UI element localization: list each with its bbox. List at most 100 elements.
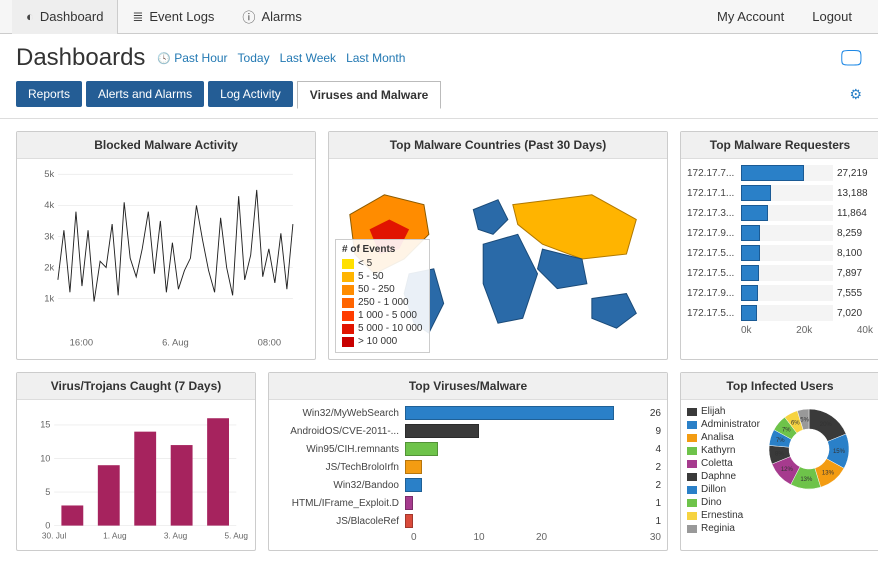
infected-legend-row[interactable]: Daphne <box>687 471 760 482</box>
legend-swatch <box>342 311 354 321</box>
infected-legend-row[interactable]: Ernestina <box>687 510 760 521</box>
virus-row[interactable]: Win32/Bandoo2 <box>275 478 661 492</box>
virus-row[interactable]: AndroidOS/CVE-2011-...9 <box>275 424 661 438</box>
requester-row[interactable]: 172.17.9...7,555 <box>687 285 873 301</box>
legend-label: 50 - 250 <box>358 283 395 296</box>
settings-icon[interactable]: ⚙ <box>849 86 862 103</box>
card-malware-requesters: Top Malware Requesters 172.17.7...27,219… <box>680 131 878 360</box>
page-title: Dashboards <box>16 44 145 72</box>
requester-row[interactable]: 172.17.3...11,864 <box>687 205 873 221</box>
svg-text:20%: 20% <box>820 422 833 428</box>
requester-bar <box>741 185 771 201</box>
card-blocked-malware-chart: 1k2k3k4k5k16:006. Aug08:00 <box>17 159 315 359</box>
virus-row[interactable]: Win32/MyWebSearch26 <box>275 406 661 420</box>
infected-legend-row[interactable]: Dillon <box>687 484 760 495</box>
svg-text:15: 15 <box>40 420 50 430</box>
time-last-week[interactable]: Last Week <box>280 51 336 65</box>
monitor-icon[interactable]: 🖵 <box>841 45 862 71</box>
tab-viruses-malware[interactable]: Viruses and Malware <box>297 81 442 109</box>
gauge-icon: ◐ <box>26 9 34 24</box>
requester-row[interactable]: 172.17.5...7,897 <box>687 265 873 281</box>
virus-value: 4 <box>655 444 661 455</box>
svg-text:5%: 5% <box>800 417 809 423</box>
infected-legend-row[interactable]: Analisa <box>687 432 760 443</box>
infected-user-name: Daphne <box>701 471 736 482</box>
svg-text:8%: 8% <box>775 451 784 457</box>
nav-logout[interactable]: Logout <box>798 0 866 34</box>
legend-label: 5 000 - 10 000 <box>358 322 423 335</box>
tab-reports[interactable]: Reports <box>16 81 82 107</box>
infected-user-name: Administrator <box>701 419 760 430</box>
time-past-hour[interactable]: Past Hour <box>157 51 227 65</box>
virus-bar <box>405 406 614 420</box>
infected-legend-row[interactable]: Kathyrn <box>687 445 760 456</box>
virus-bar <box>405 424 479 438</box>
nav-my-account[interactable]: My Account <box>703 0 798 34</box>
infected-body: Elijah Administrator Analisa Kathyrn Coletta… <box>681 400 878 542</box>
requester-bar-wrap <box>741 205 833 221</box>
requester-value: 8,100 <box>837 248 873 259</box>
virus-bar-wrap <box>405 424 651 438</box>
legend-label: 5 - 50 <box>358 270 384 283</box>
requester-row[interactable]: 172.17.5...7,020 <box>687 305 873 321</box>
infected-legend-row[interactable]: Elijah <box>687 406 760 417</box>
time-today[interactable]: Today <box>238 51 270 65</box>
virus-row[interactable]: Win95/CIH.remnants4 <box>275 442 661 456</box>
nav-event-logs[interactable]: ≣ Event Logs <box>118 0 228 34</box>
nav-alarms[interactable]: ⓘ Alarms <box>228 0 315 34</box>
virus-row[interactable]: JS/BlacoleRef1 <box>275 514 661 528</box>
tab-alerts-alarms[interactable]: Alerts and Alarms <box>86 81 204 107</box>
virus-bar-wrap <box>405 496 651 510</box>
req-axis-1: 20k <box>796 325 812 336</box>
requester-row[interactable]: 172.17.9... 8,259 <box>687 225 873 241</box>
requester-bar-wrap <box>741 225 833 241</box>
virus-bar-wrap <box>405 478 651 492</box>
legend-swatch <box>342 298 354 308</box>
line-chart-svg: 1k2k3k4k5k16:006. Aug08:00 <box>23 165 309 353</box>
requester-bar <box>741 245 760 261</box>
hv-axis-0: 0 <box>411 532 474 543</box>
infected-user-name: Ernestina <box>701 510 743 521</box>
donut-chart-svg: 20%15%13%13%12%8%7%7%6%5% <box>766 406 852 492</box>
cards-row-1: Blocked Malware Activity 1k2k3k4k5k16:00… <box>0 119 878 372</box>
svg-text:4k: 4k <box>44 199 54 210</box>
virus-bar <box>405 514 413 528</box>
svg-text:30. Jul: 30. Jul <box>42 531 67 540</box>
requester-row[interactable]: 172.17.7...27,219 <box>687 165 873 181</box>
virus-row[interactable]: JS/TechBroloIrfn2 <box>275 460 661 474</box>
requester-ip: 172.17.9... <box>687 228 741 239</box>
virus-value: 2 <box>655 462 661 473</box>
legend-swatch <box>687 460 697 468</box>
requester-bar-wrap <box>741 265 833 281</box>
requester-value: 8,259 <box>837 228 873 239</box>
nav-logout-label: Logout <box>812 9 852 24</box>
infected-legend-row[interactable]: Administrator <box>687 419 760 430</box>
svg-text:08:00: 08:00 <box>258 336 281 347</box>
time-last-month[interactable]: Last Month <box>346 51 405 65</box>
virus-row[interactable]: HTML/IFrame_Exploit.D1 <box>275 496 661 510</box>
infected-user-name: Dillon <box>701 484 726 495</box>
tabs-row: Reports Alerts and Alarms Log Activity V… <box>0 76 878 119</box>
requester-value: 7,897 <box>837 268 873 279</box>
virus-name: HTML/IFrame_Exploit.D <box>275 498 405 509</box>
card-trojans-caught-title: Virus/Trojans Caught (7 Days) <box>17 373 255 400</box>
svg-text:1k: 1k <box>44 292 54 303</box>
legend-row: 5 - 50 <box>342 270 423 283</box>
requester-row[interactable]: 172.17.1...13,188 <box>687 185 873 201</box>
legend-swatch <box>342 324 354 334</box>
legend-swatch <box>342 272 354 282</box>
virus-value: 1 <box>655 516 661 527</box>
legend-swatch <box>687 434 697 442</box>
infected-legend-row[interactable]: Dino <box>687 497 760 508</box>
infected-user-name: Kathyrn <box>701 445 735 456</box>
infected-legend-row[interactable]: Coletta <box>687 458 760 469</box>
tab-log-activity[interactable]: Log Activity <box>208 81 293 107</box>
requester-bar-wrap <box>741 305 833 321</box>
requester-row[interactable]: 172.17.5...8,100 <box>687 245 873 261</box>
top-viruses-axis: 0 10 20 30 <box>275 532 661 543</box>
nav-dashboard[interactable]: ◐ Dashboard <box>12 0 118 34</box>
legend-swatch <box>687 512 697 520</box>
infected-legend-row[interactable]: Reginia <box>687 523 760 534</box>
infected-user-name: Elijah <box>701 406 725 417</box>
nav-alarms-label: Alarms <box>261 9 301 24</box>
